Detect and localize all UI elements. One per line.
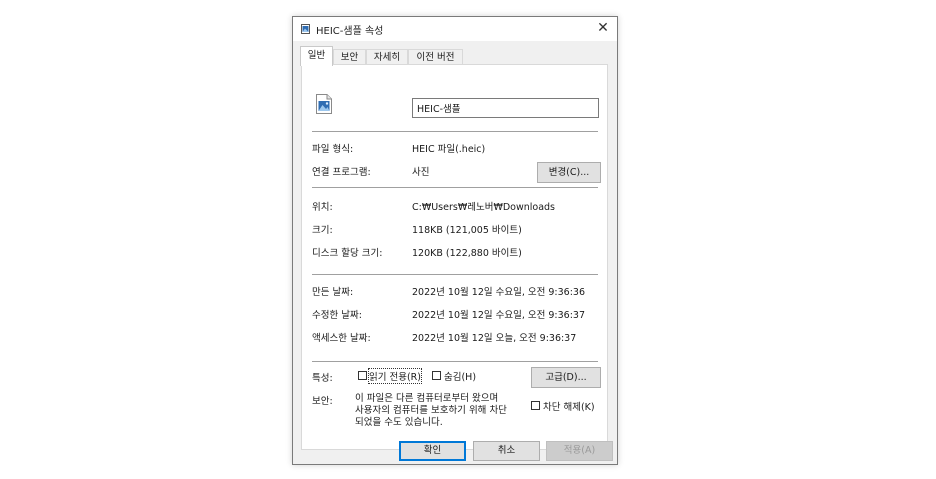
location-value: C:₩Users₩레노버₩Downloads [412,202,556,213]
image-file-icon [316,94,332,114]
unblock-checkbox-label[interactable]: 차단 해제(K) [543,399,595,413]
size-value: 118KB (121,005 바이트) [412,225,522,236]
window-title: HEIC-샘플 속성 [316,26,384,37]
general-panel: 파일 형식: HEIC 파일(.heic) 연결 프로그램: 사진 변경(C).… [301,64,608,450]
created-value: 2022년 10월 12일 수요일, 오전 9:36:36 [412,287,586,298]
disk-size-value: 120KB (122,880 바이트) [412,248,522,259]
attributes-label: 특성: [312,373,333,384]
accessed-value: 2022년 10월 12일 오늘, 오전 9:36:37 [412,333,577,344]
tab-previous-versions[interactable]: 이전 버전 [408,49,463,65]
size-label: 크기: [312,225,333,236]
readonly-checkbox[interactable] [358,371,367,380]
advanced-button[interactable]: 고급(D)... [531,367,601,388]
opens-with-label: 연결 프로그램: [312,167,371,178]
security-message-line: 되었을 수도 있습니다. [355,417,443,428]
file-type-value: HEIC 파일(.heic) [412,144,486,155]
separator [312,187,598,188]
opens-with-value: 사진 [412,167,430,178]
disk-size-label: 디스크 할당 크기: [312,248,383,259]
security-label: 보안: [312,396,333,407]
hidden-checkbox-label[interactable]: 숨김(H) [444,369,476,383]
security-message-line: 이 파일은 다른 컴퓨터로부터 왔으며 [355,393,499,404]
unblock-checkbox[interactable] [531,401,540,410]
image-file-icon [301,24,310,34]
readonly-checkbox-label[interactable]: 읽기 전용(R) [368,368,422,384]
apply-button[interactable]: 적용(A) [546,441,613,461]
separator [312,274,598,275]
ok-button[interactable]: 확인 [399,441,466,461]
security-message: 이 파일은 다른 컴퓨터로부터 왔으며 사용자의 컴퓨터를 보호하기 위해 차단… [355,393,525,429]
modified-label: 수정한 날짜: [312,310,362,321]
tab-security[interactable]: 보안 [333,49,366,65]
location-label: 위치: [312,202,333,213]
accessed-label: 액세스한 날짜: [312,333,371,344]
tab-general[interactable]: 일반 [300,46,333,66]
security-message-line: 사용자의 컴퓨터를 보호하기 위해 차단 [355,405,507,416]
close-button[interactable]: ✕ [589,17,617,41]
change-program-button[interactable]: 변경(C)... [537,162,601,183]
file-type-label: 파일 형식: [312,144,354,155]
file-name-input[interactable] [412,98,599,118]
modified-value: 2022년 10월 12일 수요일, 오전 9:36:37 [412,310,586,321]
cancel-button[interactable]: 취소 [473,441,540,461]
created-label: 만든 날짜: [312,287,354,298]
separator [312,361,598,362]
separator [312,131,598,132]
title-bar[interactable]: HEIC-샘플 속성 ✕ [293,17,617,41]
properties-dialog: HEIC-샘플 속성 ✕ 일반 보안 자세히 이전 버전 파일 형식: HEIC… [292,16,618,465]
hidden-checkbox[interactable] [432,371,441,380]
tab-details[interactable]: 자세히 [366,49,408,65]
